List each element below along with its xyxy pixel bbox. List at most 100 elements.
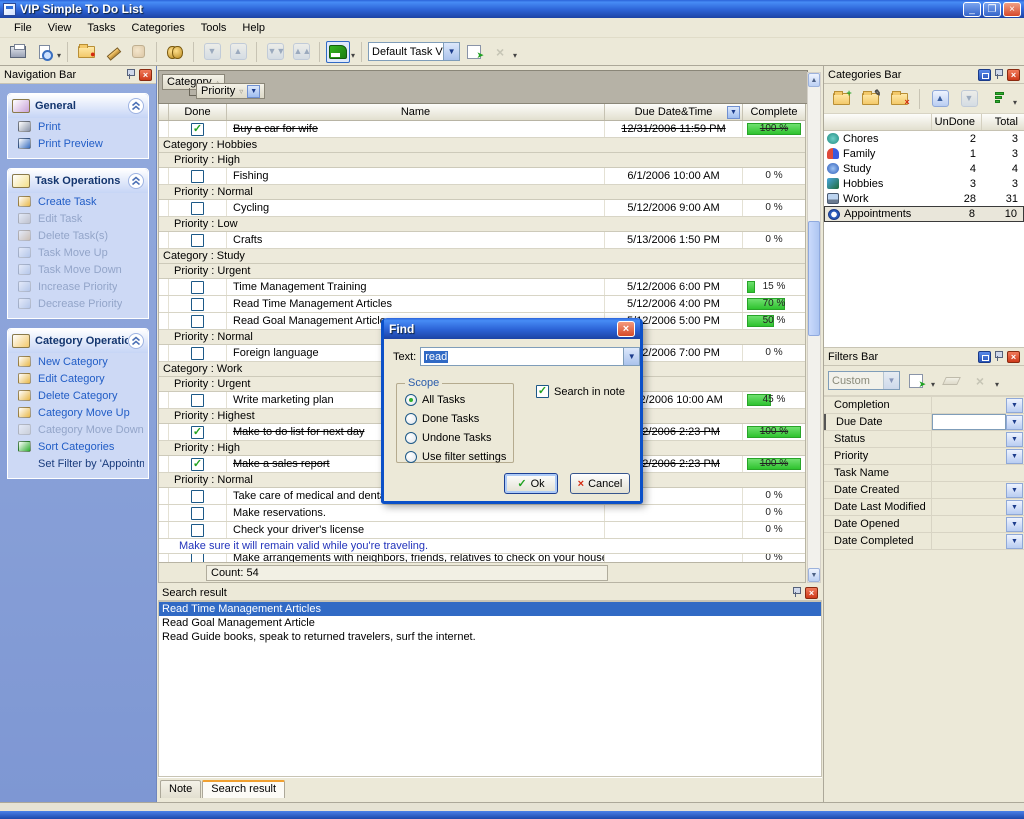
nav-item-new-category[interactable]: New Category [8,353,148,370]
pin-icon[interactable] [792,587,801,598]
priority-group-row[interactable]: Priority : Normal [159,185,805,200]
filter-value-cell[interactable] [932,465,1024,481]
scroll-up-arrow[interactable]: ▲ [808,73,820,87]
done-checkbox[interactable] [191,554,204,562]
print-button[interactable] [6,41,30,63]
done-checkbox[interactable] [191,394,204,407]
filter-dropdown-arrow[interactable]: ▼ [1006,432,1023,447]
notes-view-dropdown-caret[interactable]: ▾ [351,51,355,60]
category-row-appointments[interactable]: Appointments810 [824,206,1024,222]
menu-item-view[interactable]: View [40,20,80,36]
done-checkbox[interactable] [191,281,204,294]
column-header-done[interactable]: Done [169,104,227,120]
nav-item-sort-categories[interactable]: Sort Categories [8,438,148,455]
task-row[interactable]: ✓Buy a car for wife12/31/2006 11:59 PM10… [159,121,805,138]
nav-item-decrease-priority[interactable]: Decrease Priority [8,295,148,312]
column-header-complete[interactable]: Complete [743,104,805,120]
task-row[interactable]: Fishing6/1/2006 10:00 AM0 % [159,168,805,185]
filter-value-cell[interactable] [932,499,1006,515]
restore-button[interactable]: ❐ [983,2,1001,17]
search-in-note-checkbox[interactable]: ✓ [536,385,549,398]
filter-row-completion[interactable]: Completion▼ [824,397,1024,414]
clear-button[interactable]: × [488,41,512,63]
undock-icon[interactable] [978,351,991,363]
task-row[interactable]: Cycling5/12/2006 9:00 AM0 % [159,200,805,217]
tab-note[interactable]: Note [160,780,201,798]
column-header-name[interactable]: Name [227,104,605,120]
done-checkbox[interactable] [191,202,204,215]
done-checkbox[interactable] [191,170,204,183]
search-result-close-icon[interactable]: × [805,587,818,599]
create-task-button[interactable]: ● [74,41,98,63]
task-row[interactable]: Check your driver's license0 % [159,522,805,539]
task-view-combo[interactable]: Default Task V ▼ [368,42,460,61]
task-row[interactable]: Make arrangements with neighbors, friend… [159,554,805,562]
category-move-down-button[interactable]: ▼ [956,87,982,111]
scope-radio-all-tasks[interactable]: All Tasks [405,394,465,406]
nav-item-print-preview[interactable]: Print Preview [8,135,148,152]
nav-item-task-move-up[interactable]: Task Move Up [8,244,148,261]
column-header-total[interactable]: Total [982,114,1024,130]
nav-item-edit-category[interactable]: Edit Category [8,370,148,387]
filter-dropdown-arrow[interactable]: ▼ [1006,415,1023,430]
filter-value-cell[interactable] [932,516,1006,532]
search-result-item[interactable]: Read Guide books, speak to returned trav… [159,630,821,644]
done-checkbox[interactable] [191,298,204,311]
ok-button[interactable]: ✓ Ok [504,473,558,494]
filter-preset-arrow[interactable]: ▼ [883,372,899,389]
find-button[interactable] [163,41,187,63]
category-row-family[interactable]: Family13 [824,146,1024,161]
print-dropdown-caret[interactable]: ▾ [57,51,61,60]
nav-item-category-move-down[interactable]: Category Move Down [8,421,148,438]
scroll-thumb[interactable] [808,221,820,336]
group-chip-priority[interactable]: Priority ▿ ▼ [196,83,265,99]
filters-more-caret[interactable]: ▾ [995,380,999,389]
nav-item-set-filter-by-appointments-[interactable]: Set Filter by 'Appointments' [8,455,148,472]
task-move-down-button[interactable]: ▼ [200,41,224,63]
nav-group-header[interactable]: Task Operations [8,169,148,193]
notes-view-button[interactable] [326,41,350,63]
close-button[interactable]: × [1003,2,1021,17]
toolbar-more-caret[interactable]: ▾ [513,51,517,60]
scope-radio-done-tasks[interactable]: Done Tasks [405,413,479,425]
done-checkbox[interactable] [191,315,204,328]
menu-item-help[interactable]: Help [234,20,273,36]
save-filter-button[interactable] [903,369,929,393]
filter-row-date-opened[interactable]: Date Opened▼ [824,516,1024,533]
task-view-combo-arrow[interactable]: ▼ [443,43,459,60]
priority-filter-arrow[interactable]: ▼ [247,85,260,98]
filter-row-task-name[interactable]: Task Name [824,465,1024,482]
priority-group-row[interactable]: Priority : High [159,153,805,168]
done-checkbox[interactable]: ✓ [191,458,204,471]
filter-row-status[interactable]: Status▼ [824,431,1024,448]
category-move-up-button[interactable]: ▲ [927,87,953,111]
category-row-study[interactable]: Study44 [824,161,1024,176]
done-checkbox[interactable] [191,234,204,247]
filter-row-date-completed[interactable]: Date Completed▼ [824,533,1024,550]
collapse-chevron-icon[interactable] [128,333,144,349]
done-checkbox[interactable] [191,347,204,360]
menu-item-tools[interactable]: Tools [193,20,235,36]
category-group-row[interactable]: Category : Hobbies [159,138,805,153]
minimize-button[interactable]: _ [963,2,981,17]
new-category-button[interactable]: + [828,87,854,111]
task-move-top-button[interactable]: ▲▲ [289,41,313,63]
undock-icon[interactable] [978,69,991,81]
filter-preset-combo[interactable]: Custom ▼ [828,371,900,390]
priority-group-row[interactable]: Priority : Urgent [159,264,805,279]
nav-item-increase-priority[interactable]: Increase Priority [8,278,148,295]
scroll-down-arrow[interactable]: ▼ [808,568,820,582]
search-in-note-option[interactable]: ✓ Search in note [536,385,625,398]
filter-dropdown-arrow[interactable]: ▼ [1006,483,1023,498]
done-checkbox[interactable] [191,507,204,520]
column-header-undone[interactable]: UnDone [932,114,982,130]
filter-dropdown-arrow[interactable]: ▼ [1006,500,1023,515]
search-result-item[interactable]: Read Goal Management Article [159,616,821,630]
pin-icon[interactable] [994,351,1003,362]
task-move-bottom-button[interactable]: ▼▼ [263,41,287,63]
done-checkbox[interactable] [191,524,204,537]
nav-group-header[interactable]: General [8,94,148,118]
task-row[interactable]: Time Management Training5/12/2006 6:00 P… [159,279,805,296]
nav-item-delete-category[interactable]: Delete Category [8,387,148,404]
collapse-chevron-icon[interactable] [128,173,144,189]
